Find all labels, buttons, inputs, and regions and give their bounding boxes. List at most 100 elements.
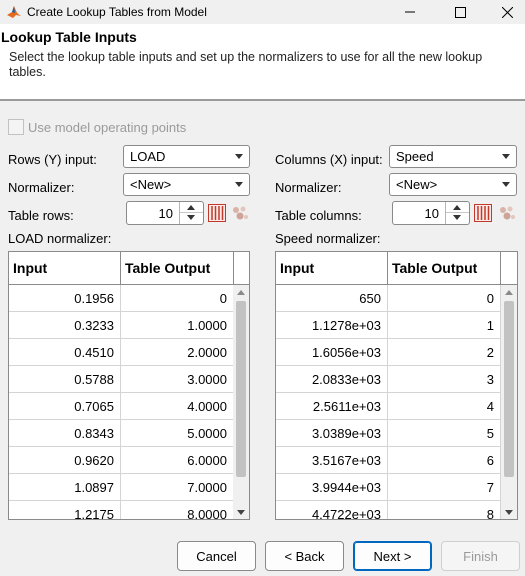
table-cell-output[interactable]: 7.0000 [121,474,234,501]
table-cell-output[interactable]: 5 [388,420,501,447]
scroll-down-icon[interactable] [505,510,513,515]
spinner-down-button[interactable] [446,213,469,224]
table-cell-input[interactable]: 3.0389e+03 [276,420,388,447]
table-cell-input[interactable]: 0.5788 [9,366,121,393]
table-row[interactable]: 0.3233 1.0000 [9,312,235,339]
scroll-thumb[interactable] [504,301,514,477]
table-cell-output[interactable]: 3.0000 [121,366,234,393]
table-columns-label: Table columns: [275,208,362,223]
load-normalizer-table: Input Table Output 0.1956 0 0.3233 1.0000 0.… [8,251,250,520]
table-cell-output[interactable]: 4.0000 [121,393,234,420]
table-row[interactable]: 1.2175 8.0000 [9,501,235,519]
table-row[interactable]: 650 0 [276,285,503,312]
table-cell-input[interactable]: 0.7065 [9,393,121,420]
table-cell-input[interactable]: 1.6056e+03 [276,339,388,366]
table-cell-input[interactable]: 4.4722e+03 [276,501,388,519]
rows-input-value: LOAD [130,149,166,164]
table-cell-output[interactable]: 1 [388,312,501,339]
table-row[interactable]: 3.0389e+03 5 [276,420,503,447]
spinner-up-button[interactable] [180,202,203,213]
use-operating-points-checkbox[interactable]: Use model operating points [8,118,186,136]
table-row[interactable]: 0.8343 5.0000 [9,420,235,447]
table-cell-output[interactable]: 2 [388,339,501,366]
spinner-down-button[interactable] [180,213,203,224]
table-cell-output[interactable]: 3 [388,366,501,393]
normalizer-icon-button[interactable] [230,203,250,223]
table-row[interactable]: 3.9944e+03 7 [276,474,503,501]
column-header-table-output[interactable]: Table Output [121,252,234,285]
spinner-buttons [445,202,469,224]
table-cell-output[interactable]: 6 [388,447,501,474]
table-row[interactable]: 4.4722e+03 8 [276,501,503,519]
table-rows-spinner[interactable]: 10 [126,201,204,225]
table-cell-input[interactable]: 2.0833e+03 [276,366,388,393]
rows-input-select[interactable]: LOAD [123,145,250,168]
page-title: Lookup Table Inputs [1,29,137,45]
table-cell-input[interactable]: 0.3233 [9,312,121,339]
columns-normalizer-select[interactable]: <New> [389,173,517,196]
cancel-button[interactable]: Cancel [177,541,256,571]
table-cell-output[interactable]: 8 [388,501,501,519]
maximize-icon [454,6,466,18]
rows-normalizer-select[interactable]: <New> [123,173,250,196]
scroll-up-icon[interactable] [505,290,513,295]
table-cell-input[interactable]: 0.4510 [9,339,121,366]
vertical-scrollbar[interactable] [501,285,517,519]
table-cell-input[interactable]: 0.1956 [9,285,121,312]
table-columns-spinner[interactable]: 10 [392,201,470,225]
column-header-input[interactable]: Input [9,252,121,285]
table-cell-input[interactable]: 1.0897 [9,474,121,501]
normalizer-icon-button[interactable] [497,203,517,223]
table-cell-input[interactable]: 1.1278e+03 [276,312,388,339]
table-row[interactable]: 0.5788 3.0000 [9,366,235,393]
column-header-input[interactable]: Input [276,252,388,285]
table-row[interactable]: 2.5611e+03 4 [276,393,503,420]
column-header-table-output[interactable]: Table Output [388,252,501,285]
maximize-button[interactable] [437,0,483,24]
table-cell-output[interactable]: 5.0000 [121,420,234,447]
table-row[interactable]: 3.5167e+03 6 [276,447,503,474]
columns-input-select[interactable]: Speed [389,145,517,168]
title-bar: Create Lookup Tables from Model [0,0,525,24]
table-cell-output[interactable]: 4 [388,393,501,420]
load-normalizer-label: LOAD normalizer: [8,231,112,246]
table-row[interactable]: 0.7065 4.0000 [9,393,235,420]
table-rows-value: 10 [158,206,173,221]
table-icon-button[interactable] [473,203,493,223]
table-icon-button[interactable] [207,203,227,223]
checkbox-box[interactable] [8,119,24,135]
table-cell-output[interactable]: 8.0000 [121,501,234,519]
next-button[interactable]: Next > [353,541,432,571]
table-cell-input[interactable]: 1.2175 [9,501,121,519]
table-cell-input[interactable]: 3.5167e+03 [276,447,388,474]
rows-input-label: Rows (Y) input: [8,152,97,167]
table-cell-input[interactable]: 3.9944e+03 [276,474,388,501]
table-row[interactable]: 0.9620 6.0000 [9,447,235,474]
vertical-scrollbar[interactable] [233,285,249,519]
table-cell-input[interactable]: 650 [276,285,388,312]
table-row[interactable]: 1.1278e+03 1 [276,312,503,339]
table-cell-input[interactable]: 0.9620 [9,447,121,474]
table-cell-input[interactable]: 2.5611e+03 [276,393,388,420]
table-cell-output[interactable]: 2.0000 [121,339,234,366]
table-cell-output[interactable]: 0 [388,285,501,312]
back-button[interactable]: < Back [265,541,344,571]
table-row[interactable]: 1.0897 7.0000 [9,474,235,501]
scroll-up-icon[interactable] [237,290,245,295]
table-cell-output[interactable]: 6.0000 [121,447,234,474]
chevron-down-icon [235,182,243,187]
scroll-thumb[interactable] [236,301,246,477]
table-row[interactable]: 1.6056e+03 2 [276,339,503,366]
spinner-buttons [179,202,203,224]
scroll-down-icon[interactable] [237,510,245,515]
table-cell-output[interactable]: 0 [121,285,234,312]
table-row[interactable]: 2.0833e+03 3 [276,366,503,393]
table-row[interactable]: 0.4510 2.0000 [9,339,235,366]
minimize-button[interactable] [387,0,433,24]
table-cell-input[interactable]: 0.8343 [9,420,121,447]
table-cell-output[interactable]: 7 [388,474,501,501]
spinner-up-button[interactable] [446,202,469,213]
table-row[interactable]: 0.1956 0 [9,285,235,312]
close-button[interactable] [484,0,525,24]
table-cell-output[interactable]: 1.0000 [121,312,234,339]
